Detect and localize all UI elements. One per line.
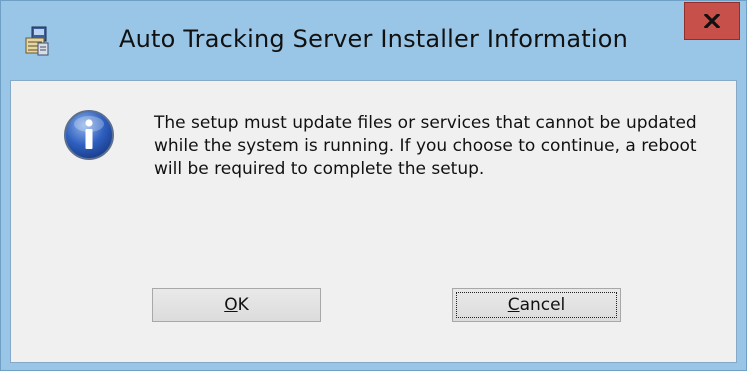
dialog-message: The setup must update files or services … — [154, 113, 697, 179]
window-title: Auto Tracking Server Installer Informati… — [118, 25, 629, 53]
info-icon — [63, 109, 115, 161]
close-button[interactable] — [684, 2, 740, 40]
title-bar[interactable]: Auto Tracking Server Installer Informati… — [1, 1, 746, 81]
cancel-button[interactable]: Cancel — [452, 288, 621, 322]
ok-button[interactable]: OK — [152, 288, 321, 322]
close-icon — [704, 14, 720, 28]
dialog-body: The setup must update files or services … — [10, 80, 737, 363]
focus-rectangle — [456, 292, 617, 318]
ok-button-label: OK — [224, 295, 249, 315]
installer-dialog-window: Auto Tracking Server Installer Informati… — [0, 0, 747, 371]
